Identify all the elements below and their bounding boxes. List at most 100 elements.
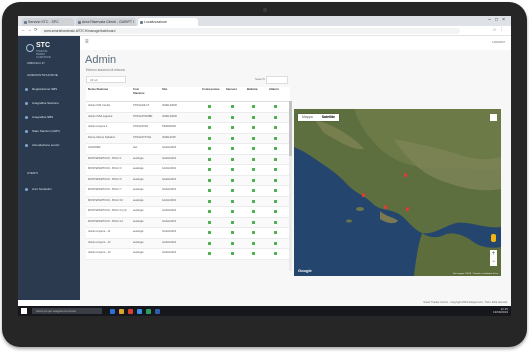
table-row[interactable]: Istituto ISSA Lagrana STNSA2TRMBR ISAML200…: [86, 112, 290, 123]
cell-name: GAVATIER: [88, 146, 101, 149]
cell-site: GAFAL0001: [162, 240, 177, 244]
alarm-status-icon: [274, 168, 277, 171]
register-icon: [25, 88, 28, 91]
windows-start-icon[interactable]: [21, 308, 27, 314]
file-explorer-icon[interactable]: [119, 308, 124, 314]
table-scroll-thumb[interactable]: [289, 101, 292, 156]
table-row[interactable]: MONTEPERTUSO - BOLO 3 autologie GAFAL0001: [86, 165, 290, 176]
nav-buttons[interactable]: ←→⟳: [21, 27, 40, 33]
stc-logo: STC STAZIONI TERMO CLIMATICHE: [26, 42, 56, 59]
connection-status-icon: [208, 220, 211, 224]
cell-code: STNSA20LCT: [133, 104, 150, 107]
connection-status-icon: [208, 157, 211, 161]
station-marker-icon[interactable]: [406, 207, 409, 211]
col-header-site[interactable]: Sito: [162, 87, 167, 92]
satellite-map[interactable]: Mappa Satellite + − Google Dati mappa ©2…: [294, 109, 501, 276]
sidebar-item-anni[interactable]: Anni Scolastici: [24, 186, 76, 193]
cell-code: STNSA2TSTLE: [133, 135, 152, 139]
table-row[interactable]: Istituto Ampere - 12 autologie GAFAL0001: [86, 238, 290, 249]
cell-code: test: [133, 146, 138, 149]
table-row[interactable]: Istituto ISIS Cerullo STNSA20LCT ISAML2000…: [86, 102, 290, 113]
system-clock[interactable]: 12:15 13/09/2019: [493, 307, 508, 315]
cell-code: autologie: [133, 240, 144, 244]
edge-icon[interactable]: [137, 308, 142, 314]
sidebar-item-utenti[interactable]: UTENTI: [24, 170, 76, 177]
search-input[interactable]: [266, 76, 288, 84]
sidebar-item-stato-stazioni[interactable]: Stato Stazioni (GMT): [24, 128, 76, 135]
table-row[interactable]: MONTEPERTUSO - BOLO 12 autologie GAFAL0001: [86, 217, 290, 228]
cell-name: Istituto ISIS Cerullo: [88, 104, 111, 107]
table-row[interactable]: Rocca Cilento Sabatino STNSA2TSTLE ISAML00…: [86, 133, 290, 144]
sensor-status-icon: [231, 220, 234, 224]
alarm-status-icon: [274, 220, 277, 224]
station-marker-icon[interactable]: [404, 173, 407, 177]
sidebar-item-anagrafica-sbs[interactable]: Anagrafica SBS: [24, 114, 76, 121]
entries-select[interactable]: All att: [86, 76, 126, 83]
map-imagery: [294, 109, 501, 276]
zoom-out-button[interactable]: −: [490, 258, 497, 266]
col-header-sensor[interactable]: Sensore: [226, 87, 237, 92]
table-row[interactable]: MONTEPERTUSO - BOLO 7 autologie GAFAL0001: [86, 186, 290, 197]
sidebar-user: CIRCOLO 17: [27, 61, 45, 65]
cell-name: Istituto ISSA Lagrana: [88, 114, 113, 118]
sensor-status-icon: [231, 168, 234, 171]
browser-menu-icon[interactable]: ☆⋮: [492, 27, 507, 33]
col-header-code[interactable]: Cod. Stazione: [133, 87, 149, 95]
station-marker-icon[interactable]: [362, 193, 365, 197]
connection-status-icon: [208, 252, 211, 255]
table-row[interactable]: Istituto Ampere - 13 autologie GAFAL0001: [86, 249, 290, 260]
word-icon[interactable]: [155, 308, 160, 314]
table-row[interactable]: MONTEPERTUSO - BOLO 1 autologie GAFAL0001: [86, 154, 290, 165]
search-label: Search:: [255, 77, 266, 81]
task-view-icon[interactable]: [110, 308, 115, 314]
map-tab-satellite[interactable]: Satellite: [318, 114, 339, 121]
chrome-icon[interactable]: [128, 308, 133, 314]
sensor-status-icon: [231, 252, 234, 255]
table-row[interactable]: MONTEPERTUSO - BOLO 5 autologie GAFAL0001: [86, 175, 290, 186]
connection-status-icon: [208, 189, 211, 192]
window-controls[interactable]: –□×: [488, 17, 509, 23]
cell-name: MONTEPERTUSO - BOLO 7: [88, 188, 122, 191]
cell-name: Istituto Ampere 1: [88, 125, 108, 128]
cell-site: GAFAL0001: [162, 198, 177, 202]
col-header-name[interactable]: Nome Stazione: [88, 87, 108, 92]
battery-status-icon: [252, 105, 255, 108]
pegman-icon[interactable]: [491, 234, 496, 242]
table-row[interactable]: GAVATIER test GAFAL0001: [86, 144, 290, 155]
app-topbar: ≡ LOGOUT: [80, 36, 511, 51]
map-tab-map[interactable]: Mappa: [298, 114, 317, 121]
browser-tab-1[interactable]: Servizio STC - SPC: [22, 18, 74, 26]
fullscreen-icon[interactable]: [490, 114, 497, 121]
excel-icon[interactable]: [146, 308, 151, 314]
cell-code: autologie: [133, 209, 144, 212]
battery-status-icon: [252, 189, 255, 192]
alarm-status-icon: [274, 115, 277, 119]
col-header-connection[interactable]: Connessione: [202, 87, 220, 92]
url-field[interactable]: www.smartsharnesstc.it/STCH/manage/dashb…: [40, 27, 460, 34]
browser-tab-3[interactable]: Localizzazione: [138, 18, 198, 26]
table-row[interactable]: Istituto Ampere 1 STNSA2TRA PIMA0002N: [86, 123, 290, 134]
sidebar-item-servizi[interactable]: Aziendazione servizi: [24, 142, 76, 149]
browser-tab-2[interactable]: Area Riservata Clienti - GARIPT I: [76, 18, 136, 26]
table-row[interactable]: MONTEPERTUSO - BOLO 11 (3) autologie GAFAL…: [86, 207, 290, 218]
taskbar-search[interactable]: Scrivi qui per eseguire la ricerca: [32, 308, 102, 314]
sidebar-item-anagrafica-stazione[interactable]: Anagrafica Stazione: [24, 100, 76, 107]
table-row[interactable]: MONTEPERTUSO - BOLO 10 autologie GAFAL0001: [86, 196, 290, 207]
logout-button[interactable]: LOGOUT: [492, 40, 505, 44]
col-header-alarms[interactable]: Allarmi: [269, 87, 278, 92]
connection-status-icon: [208, 115, 211, 119]
sidebar-item-registrazione[interactable]: Registrazione SBS: [24, 86, 76, 93]
cell-name: MONTEPERTUSO - BOLO 11 (3): [88, 209, 127, 212]
table-row[interactable]: Istituto Ampere - 11 autologie GAFAL0001: [86, 228, 290, 239]
col-header-battery[interactable]: Batteria: [247, 87, 257, 92]
cell-name: Istituto Ampere - 11: [88, 230, 111, 233]
battery-status-icon: [252, 157, 255, 161]
sidebar: STC STAZIONI TERMO CLIMATICHE CIRCOLO 17…: [18, 36, 80, 300]
zoom-in-button[interactable]: +: [490, 250, 497, 258]
station-marker-icon[interactable]: [384, 205, 387, 209]
cell-site: PIMA0002N: [162, 125, 176, 128]
cell-name: Rocca Cilento Sabatino: [88, 135, 116, 139]
menu-icon[interactable]: ≡: [85, 39, 89, 45]
sensor-status-icon: [231, 136, 234, 140]
sidebar-item-label: Registrazione SBS: [32, 87, 58, 91]
